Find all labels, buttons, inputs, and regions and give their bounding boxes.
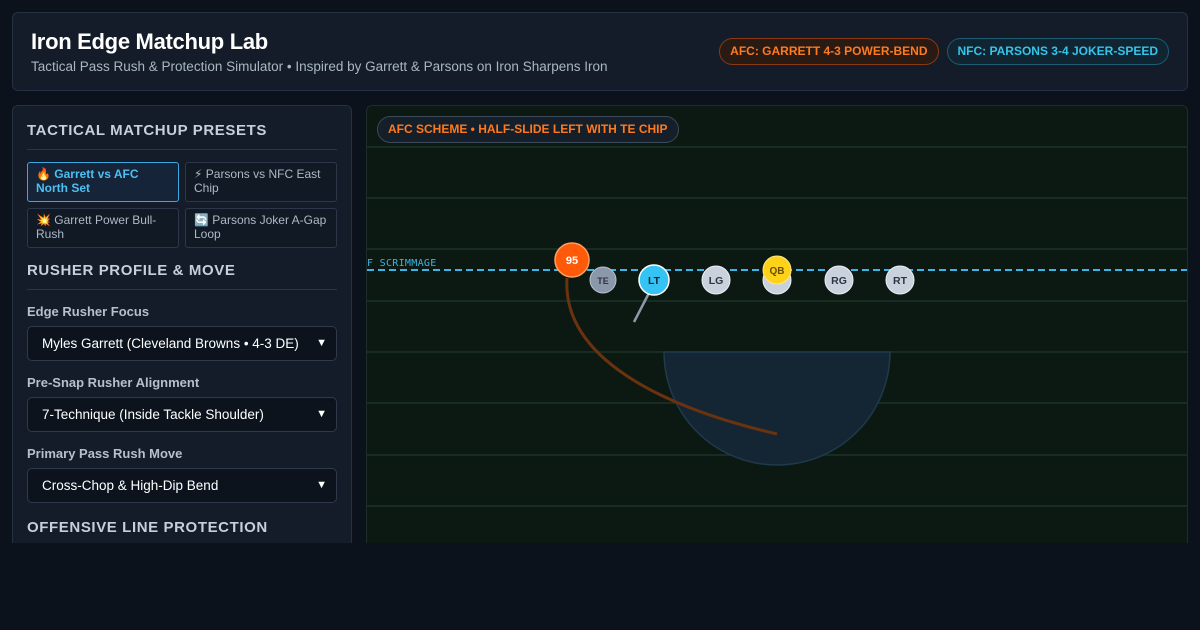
lg-label: LG xyxy=(709,275,724,287)
player-te[interactable]: TE xyxy=(589,266,617,294)
preset-grid: 🔥 Garrett vs AFC North Set ⚡ Parsons vs … xyxy=(27,162,337,248)
player-rg[interactable]: RG xyxy=(824,265,854,295)
afc-scheme-badge[interactable]: AFC: GARRETT 4-3 POWER-BEND xyxy=(719,38,939,65)
te-chip-path xyxy=(632,290,652,323)
player-rusher-95[interactable]: 95 xyxy=(554,242,590,278)
te-label: TE xyxy=(597,276,609,286)
alignment-select[interactable]: 7-Technique (Inside Tackle Shoulder) ▼ xyxy=(27,397,337,432)
control-panel: TACTICAL MATCHUP PRESETS 🔥 Garrett vs AF… xyxy=(12,105,352,565)
edge-focus-select[interactable]: Myles Garrett (Cleveland Browns • 4-3 DE… xyxy=(27,326,337,361)
lt-label: LT xyxy=(648,275,661,287)
preset-garrett-afc-north[interactable]: 🔥 Garrett vs AFC North Set xyxy=(27,162,179,202)
edge-focus-label: Edge Rusher Focus xyxy=(27,304,150,319)
rush-move-select[interactable]: Cross-Chop & High-Dip Bend ▼ xyxy=(27,468,337,503)
rt-label: RT xyxy=(893,275,908,287)
rg-label: RG xyxy=(831,275,847,287)
rusher-section-title: RUSHER PROFILE & MOVE xyxy=(27,262,337,290)
nfc-scheme-badge[interactable]: NFC: PARSONS 3-4 JOKER-SPEED xyxy=(946,38,1169,65)
field-view: TE LT LG C RG RT QB 95 AFC SC xyxy=(366,105,1188,565)
chevron-down-icon: ▼ xyxy=(316,408,327,420)
player-rt[interactable]: RT xyxy=(885,265,915,295)
rush-move-value: Cross-Chop & High-Dip Bend xyxy=(42,478,219,493)
alignment-label: Pre-Snap Rusher Alignment xyxy=(27,375,200,390)
app-title: Iron Edge Matchup Lab xyxy=(31,29,268,54)
preset-garrett-bull-rush[interactable]: 💥 Garrett Power Bull-Rush xyxy=(27,208,179,248)
chevron-down-icon: ▼ xyxy=(316,479,327,491)
qb-label: QB xyxy=(770,266,785,277)
edge-focus-value: Myles Garrett (Cleveland Browns • 4-3 DE… xyxy=(42,336,299,351)
preset-parsons-nfc-east[interactable]: ⚡ Parsons vs NFC East Chip xyxy=(185,162,337,202)
rusher-number: 95 xyxy=(566,255,578,267)
rush-move-label: Primary Pass Rush Move xyxy=(27,446,183,461)
player-qb[interactable]: QB xyxy=(762,255,792,285)
app-subtitle: Tactical Pass Rush & Protection Simulato… xyxy=(31,59,608,74)
field-canvas: TE LT LG C RG RT QB 95 xyxy=(367,146,1187,507)
scheme-badge: AFC SCHEME • HALF-SLIDE LEFT WITH TE CHI… xyxy=(377,116,679,143)
line-of-scrimmage-label: F SCRIMMAGE xyxy=(367,258,437,269)
bottom-area xyxy=(0,543,1200,630)
player-lg[interactable]: LG xyxy=(701,265,731,295)
app-header: Iron Edge Matchup Lab Tactical Pass Rush… xyxy=(12,12,1188,91)
player-lt[interactable]: LT xyxy=(638,264,670,296)
alignment-value: 7-Technique (Inside Tackle Shoulder) xyxy=(42,407,264,422)
conference-badges: AFC: GARRETT 4-3 POWER-BEND NFC: PARSONS… xyxy=(719,38,1169,65)
preset-parsons-joker-loop[interactable]: 🔄 Parsons Joker A-Gap Loop xyxy=(185,208,337,248)
chevron-down-icon: ▼ xyxy=(316,337,327,349)
presets-section-title: TACTICAL MATCHUP PRESETS xyxy=(27,122,337,150)
pocket-zone xyxy=(663,351,891,466)
